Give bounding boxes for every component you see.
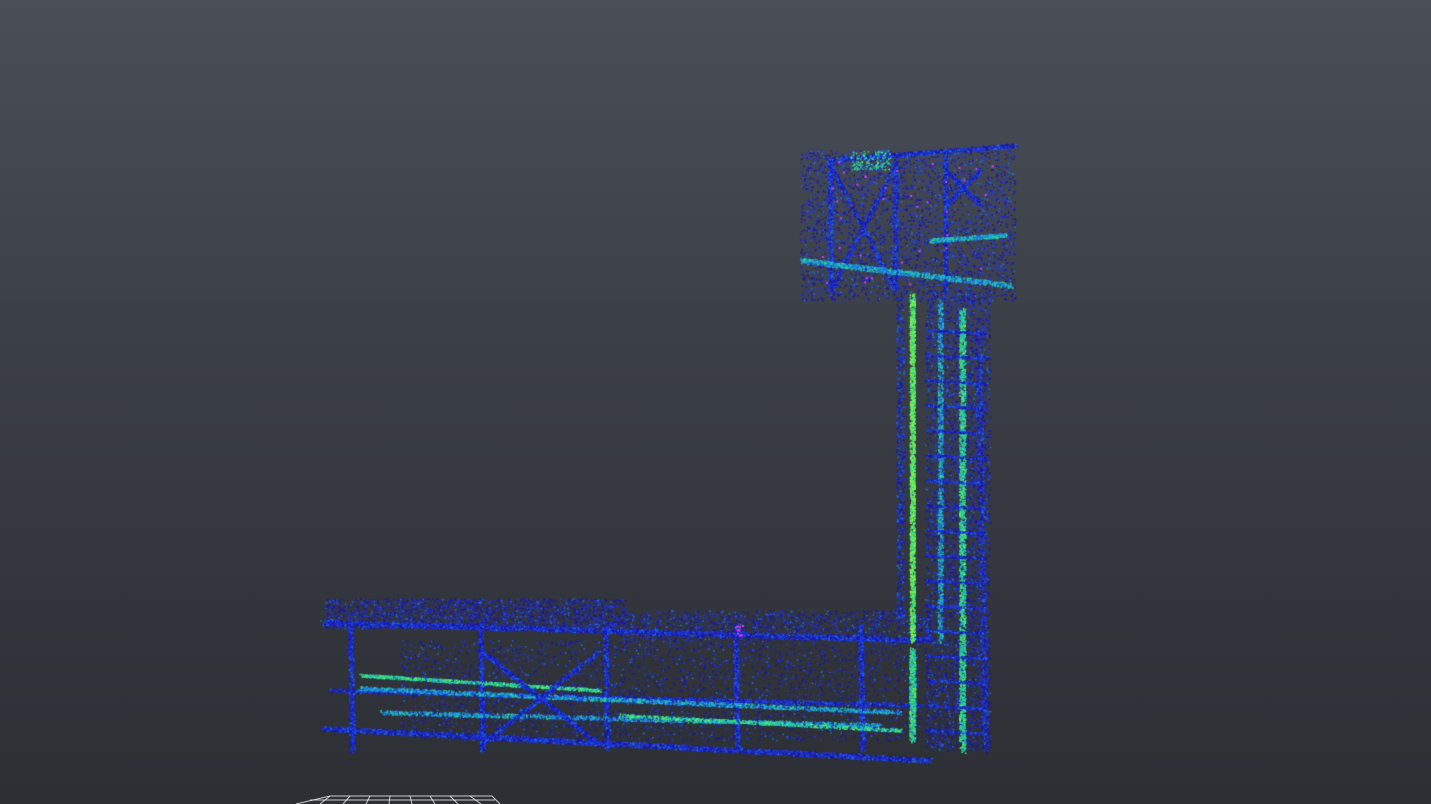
3d-viewport[interactable] [0,0,1431,804]
point-cloud-render[interactable] [0,0,1431,804]
